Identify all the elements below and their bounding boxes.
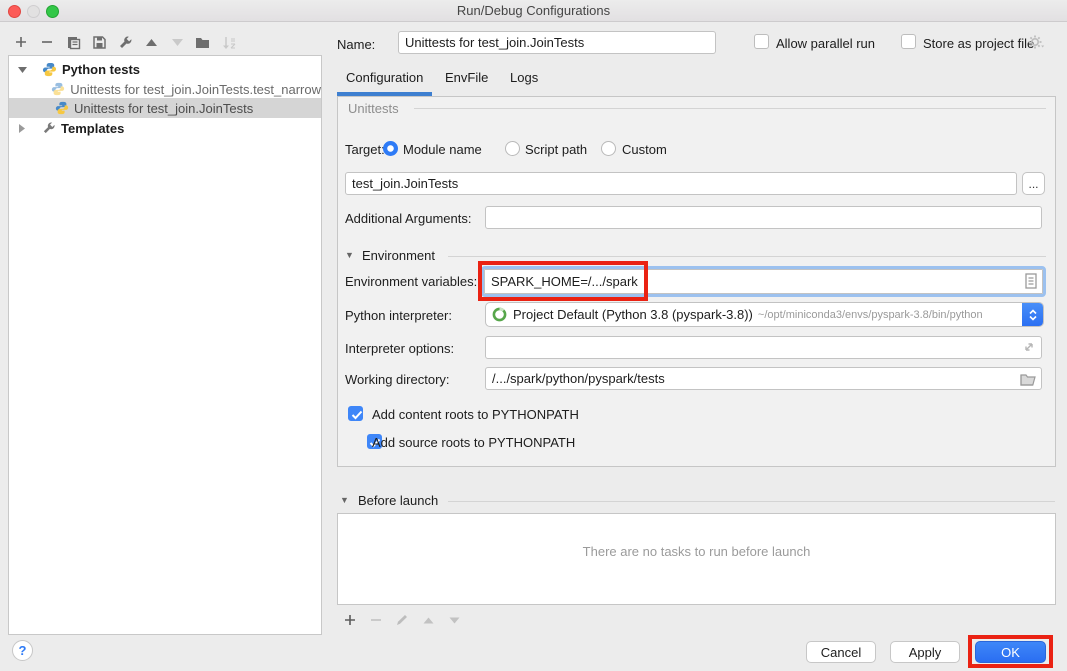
target-module-name-radio[interactable] [383, 141, 398, 156]
interpreter-options-input[interactable] [485, 336, 1042, 359]
tree-item-label: Unittests for test_join.JoinTests.test_n… [70, 82, 321, 97]
tree-item-templates[interactable]: Templates [9, 118, 321, 138]
additional-arguments-label: Additional Arguments: [345, 211, 471, 226]
move-down-icon[interactable] [441, 611, 467, 629]
target-label: Target: [345, 142, 385, 157]
before-launch-collapse-icon[interactable]: ▼ [340, 495, 349, 505]
target-script-path-label: Script path [525, 142, 587, 157]
folder-icon[interactable] [1020, 372, 1036, 389]
store-as-project-file-label: Store as project file [923, 36, 1034, 51]
python-interpreter-value: Project Default (Python 3.8 (pyspark-3.8… [513, 307, 753, 322]
tab-configuration[interactable]: Configuration [346, 70, 423, 85]
new-folder-icon[interactable] [190, 33, 216, 51]
python-interpreter-path: ~/opt/miniconda3/envs/pyspark-3.8/bin/py… [758, 309, 983, 321]
move-up-icon[interactable] [415, 611, 441, 629]
help-button[interactable]: ? [12, 640, 33, 661]
save-icon[interactable] [86, 33, 112, 51]
tab-logs[interactable]: Logs [510, 70, 538, 85]
ellipsis-icon: ... [1028, 178, 1038, 190]
tree-item-label: Python tests [62, 62, 140, 77]
add-source-roots-label: Add source roots to PYTHONPATH [372, 435, 575, 450]
edit-templates-wrench-icon[interactable] [112, 33, 138, 51]
allow-parallel-run-label: Allow parallel run [776, 36, 875, 51]
conda-environment-icon [492, 307, 507, 322]
help-question-mark: ? [19, 643, 27, 658]
target-module-name-label: Module name [403, 142, 482, 157]
allow-parallel-run-checkbox[interactable] [754, 34, 769, 49]
configurations-tree: Python tests Unittests for test_join.Joi… [8, 55, 322, 635]
apply-button[interactable]: Apply [890, 641, 960, 663]
before-launch-empty-message: There are no tasks to run before launch [338, 544, 1055, 559]
tree-item-label: Unittests for test_join.JoinTests [74, 101, 253, 116]
move-up-icon[interactable] [138, 33, 164, 51]
expand-field-icon[interactable] [1022, 340, 1036, 357]
remove-icon[interactable] [34, 33, 60, 51]
interpreter-options-label: Interpreter options: [345, 341, 454, 356]
annotation-box-env-vars [478, 261, 648, 301]
python-test-icon [55, 101, 69, 115]
environment-variables-label: Environment variables: [345, 274, 477, 289]
environment-collapse-icon[interactable]: ▼ [345, 250, 354, 260]
title-bar: Run/Debug Configurations [0, 0, 1067, 22]
working-directory-input[interactable]: /.../spark/python/pyspark/tests [485, 367, 1042, 390]
python-interpreter-label: Python interpreter: [345, 308, 452, 323]
wrench-icon [42, 121, 56, 135]
tree-item-unittests-jointests[interactable]: Unittests for test_join.JoinTests [9, 98, 321, 118]
configurations-toolbar [8, 33, 242, 51]
working-directory-value: /.../spark/python/pyspark/tests [492, 371, 665, 386]
add-content-roots-label: Add content roots to PYTHONPATH [372, 407, 579, 422]
before-launch-task-list: There are no tasks to run before launch [337, 513, 1056, 605]
gear-icon[interactable] [1027, 33, 1045, 54]
target-custom-label: Custom [622, 142, 667, 157]
browse-variables-icon[interactable] [1023, 272, 1039, 293]
before-launch-toolbar [337, 611, 467, 629]
target-script-path-radio[interactable] [505, 141, 520, 156]
annotation-box-ok [968, 635, 1053, 668]
add-icon[interactable] [8, 33, 34, 51]
chevron-down-icon[interactable] [17, 65, 27, 74]
move-down-icon[interactable] [164, 33, 190, 51]
browse-module-button[interactable]: ... [1022, 172, 1045, 195]
target-custom-radio[interactable] [601, 141, 616, 156]
before-launch-divider [448, 501, 1055, 502]
add-content-roots-checkbox[interactable] [348, 406, 363, 421]
store-as-project-file-checkbox[interactable] [901, 34, 916, 49]
group-divider [414, 108, 1046, 109]
tree-item-python-tests[interactable]: Python tests [9, 59, 321, 79]
module-name-input[interactable] [345, 172, 1017, 195]
add-icon[interactable] [337, 611, 363, 629]
sort-alphabetically-icon[interactable] [216, 33, 242, 51]
copy-icon[interactable] [60, 33, 86, 51]
edit-icon[interactable] [389, 611, 415, 629]
python-interpreter-select[interactable]: Project Default (Python 3.8 (pyspark-3.8… [485, 302, 1044, 327]
tree-item-unittests-narrow[interactable]: Unittests for test_join.JoinTests.test_n… [9, 79, 321, 99]
additional-arguments-input[interactable] [485, 206, 1042, 229]
name-label: Name: [337, 37, 375, 52]
window-title: Run/Debug Configurations [0, 3, 1067, 18]
remove-icon[interactable] [363, 611, 389, 629]
tab-envfile[interactable]: EnvFile [445, 70, 488, 85]
unittests-group-title: Unittests [348, 101, 399, 116]
environment-section-title: Environment [362, 248, 435, 263]
cancel-button[interactable]: Cancel [806, 641, 876, 663]
name-input[interactable] [398, 31, 716, 54]
before-launch-section-title: Before launch [358, 493, 438, 508]
chevron-right-icon[interactable] [16, 124, 26, 133]
tree-item-label: Templates [61, 121, 124, 136]
python-test-icon [51, 82, 65, 96]
combo-arrows-icon[interactable] [1022, 302, 1044, 327]
environment-divider [448, 256, 1046, 257]
python-icon [42, 62, 57, 77]
working-directory-label: Working directory: [345, 372, 450, 387]
